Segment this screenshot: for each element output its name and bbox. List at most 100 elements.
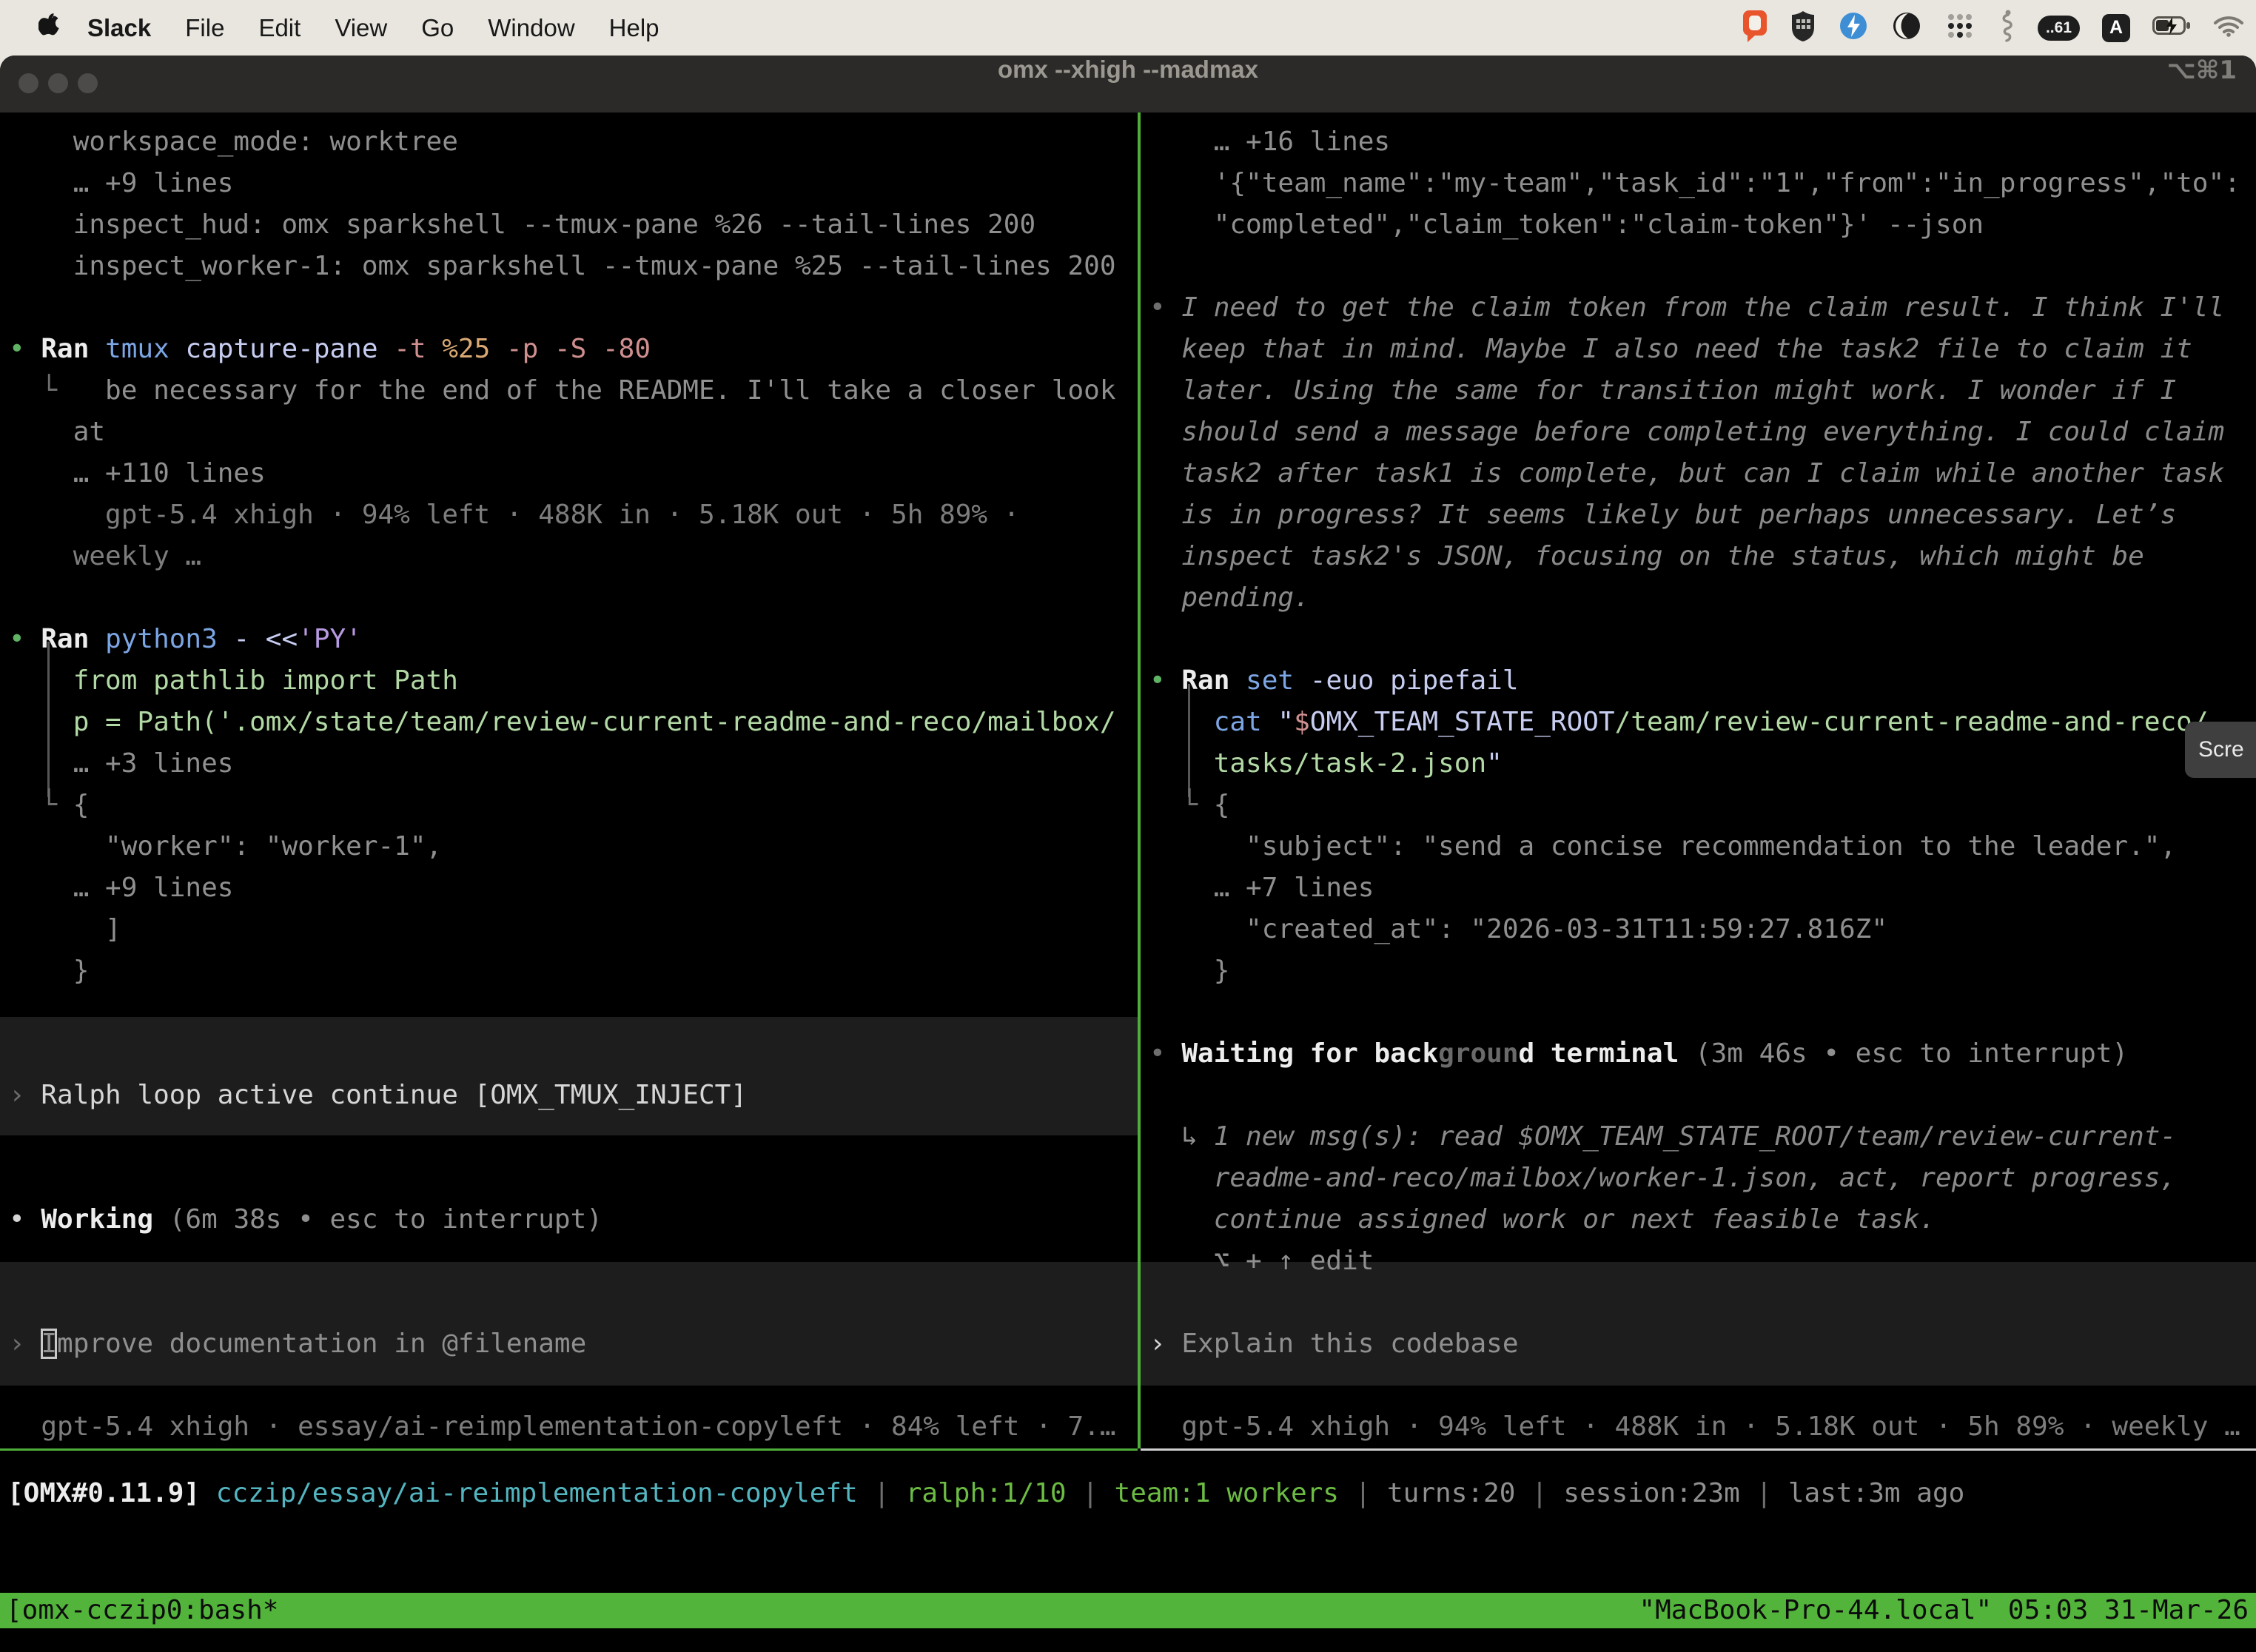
window-titlebar[interactable]: omx --xhigh --madmax ⌥⌘1 — [0, 56, 2256, 113]
menu-item-view[interactable]: View — [335, 14, 387, 42]
tmux-pane-hud[interactable]: … +16 lines '{"team_name":"my-team","tas… — [1141, 113, 2256, 1448]
terminal-text-segment: … +9 lines — [9, 873, 233, 903]
dots-grid-icon[interactable] — [1944, 10, 1975, 45]
terminal-text-segment: … +110 lines — [9, 458, 266, 488]
terminal-row: inspect task2's JSON, focusing on the st… — [1149, 536, 2256, 577]
terminal-row: is in progress? It seems likely but perh… — [1149, 494, 2256, 536]
terminal-row: • Ran python3 - <<'PY' — [9, 619, 1138, 660]
menu-item-window[interactable]: Window — [488, 14, 574, 42]
terminal-window: omx --xhigh --madmax ⌥⌘1 workspace_mode:… — [0, 56, 2256, 1652]
menu-item-edit[interactable]: Edit — [258, 14, 301, 42]
menu-item-file[interactable]: File — [185, 14, 224, 42]
terminal-row: └ { — [1149, 785, 2256, 826]
cursor-block: I — [41, 1329, 57, 1359]
shield-icon[interactable] — [1790, 10, 1816, 46]
terminal-text-segment: • — [9, 624, 41, 654]
terminal-row: '{"team_name":"my-team","task_id":"1","f… — [1149, 163, 2256, 204]
terminal-row: └ be necessary for the end of the README… — [9, 370, 1138, 412]
terminal-text-segment: -t — [394, 334, 442, 364]
terminal-text-segment: p = Path('.omx/state/team/review-current… — [9, 707, 1116, 737]
terminal-text-segment: › — [9, 1329, 41, 1359]
terminal-row: later. Using the same for transition mig… — [1149, 370, 2256, 412]
terminal-text-segment: › — [1149, 1329, 1181, 1359]
terminal-text-segment: … +9 lines — [9, 168, 233, 198]
terminal-text-segment: cczip/essay/ai-reimplementation-copyleft — [216, 1478, 858, 1508]
terminal-text-segment: | — [1515, 1478, 1563, 1508]
terminal-text-segment: (6m 38s • esc to interrupt) — [169, 1204, 602, 1235]
crescent-app-icon[interactable] — [1891, 10, 1922, 46]
screen: Slack File Edit View Go Window Help — [0, 0, 2256, 1652]
terminal-row: inspect_worker-1: omx sparkshell --tmux-… — [9, 246, 1138, 287]
terminal-row: gpt-5.4 xhigh · 94% left · 488K in · 5.1… — [1149, 1406, 2256, 1448]
terminal-text-segment: └ — [9, 790, 73, 820]
terminal-row: } — [1149, 950, 2256, 992]
battery-charging-icon[interactable] — [2152, 16, 2191, 39]
terminal-row — [9, 1240, 1138, 1282]
omx-status-bar: [OMX#0.11.9] cczip/essay/ai-reimplementa… — [0, 1473, 2256, 1514]
terminal-row: "created_at": "2026-03-31T11:59:27.816Z" — [1149, 909, 2256, 950]
terminal-text-segment: 1 new msg(s): read $OMX_TEAM_STATE_ROOT/… — [1214, 1121, 2176, 1152]
squiggle-icon[interactable] — [1998, 9, 2015, 47]
menu-item-go[interactable]: Go — [421, 14, 454, 42]
terminal-text-segment: } — [9, 956, 89, 986]
menu-app-name[interactable]: Slack — [87, 14, 151, 42]
terminal-row: › Ralph loop active continue [OMX_TMUX_I… — [9, 1075, 1138, 1116]
lightning-app-icon[interactable] — [1838, 10, 1869, 46]
terminal-row: • Ran set -euo pipefail — [1149, 660, 2256, 702]
tmux-pane-worker[interactable]: workspace_mode: worktree … +9 lines insp… — [0, 113, 1138, 1448]
pane-bottom-border-active — [0, 1448, 1138, 1451]
terminal-row: cat "$OMX_TEAM_STATE_ROOT/team/review-cu… — [1149, 702, 2256, 743]
terminal-row — [9, 1365, 1138, 1406]
terminal-text-segment: [OMX#0.11.9] — [7, 1478, 216, 1508]
terminal-text-segment: | — [1740, 1478, 1788, 1508]
input-source-icon[interactable]: A — [2102, 14, 2130, 42]
terminal-row: weekly … — [9, 536, 1138, 577]
terminal-text-segment: at — [9, 417, 105, 447]
terminal-text-segment: └ — [1149, 790, 1214, 820]
terminal-text-segment: Working — [41, 1204, 169, 1235]
terminal-text-segment: team:1 workers — [1115, 1478, 1339, 1508]
window-title: omx --xhigh --madmax — [0, 56, 2256, 113]
window-shortcut-badge: ⌥⌘1 — [2167, 56, 2237, 113]
terminal-row: • Waiting for background terminal (3m 46… — [1149, 1033, 2256, 1075]
terminal-text-segment: session:23m — [1563, 1478, 1739, 1508]
terminal-text-segment: pending. — [1149, 582, 1310, 613]
screen-record-icon[interactable] — [1742, 9, 1768, 47]
terminal-row — [1149, 1282, 2256, 1323]
terminal-text-segment: cat — [1214, 707, 1278, 737]
pane-bottom-border — [1141, 1448, 2256, 1451]
terminal-row: continue assigned work or next feasible … — [1149, 1199, 2256, 1240]
menu-item-help[interactable]: Help — [609, 14, 659, 42]
terminal-row — [9, 1116, 1138, 1158]
terminal-row — [9, 1282, 1138, 1323]
terminal-row: … +16 lines — [1149, 121, 2256, 163]
terminal-text-segment: Ran — [1181, 665, 1246, 696]
terminal-text-segment: should send a message before completing … — [1149, 417, 2224, 447]
terminal-row: from pathlib import Path — [9, 660, 1138, 702]
terminal-text-segment: ⌥ + ↑ edit — [1149, 1246, 1374, 1276]
terminal-row: "subject": "send a concise recommendatio… — [1149, 826, 2256, 867]
terminal-text-segment: tasks/task-2.json — [1149, 748, 1486, 779]
apple-menu-icon[interactable] — [38, 13, 61, 43]
terminal-text-segment: ] — [9, 914, 121, 944]
terminal-row — [9, 577, 1138, 619]
terminal-text-segment: gpt-5.4 xhigh · essay/ai-reimplementatio… — [9, 1411, 1116, 1442]
terminal-text-segment: } — [1149, 956, 1229, 986]
terminal-row: "worker": "worker-1", — [9, 826, 1138, 867]
terminal-row: • Ran tmux capture-pane -t %25 -p -S -80 — [9, 329, 1138, 370]
terminal-text-segment: continue assigned work or next feasible … — [1149, 1204, 1936, 1235]
terminal-text-segment: $ — [1294, 707, 1310, 737]
terminal-row: at — [9, 412, 1138, 453]
terminal-row: › Explain this codebase — [1149, 1323, 2256, 1365]
tmux-session-label[interactable]: [omx-cczip0:bash* — [6, 1595, 278, 1625]
terminal-text-segment: Ran — [41, 334, 105, 364]
terminal-text-segment: › — [9, 1080, 41, 1110]
wifi-icon[interactable] — [2213, 15, 2244, 41]
count-badge[interactable]: ..61 — [2038, 16, 2080, 41]
terminal-row — [9, 992, 1138, 1033]
terminal-row: … +110 lines — [9, 453, 1138, 494]
terminal-text-segment: inspect_hud: omx sparkshell --tmux-pane … — [9, 209, 1035, 240]
terminal-row: workspace_mode: worktree — [9, 121, 1138, 163]
terminal-row: • Working (6m 38s • esc to interrupt) — [9, 1199, 1138, 1240]
menu-items: File Edit View Go Window Help — [185, 14, 659, 42]
